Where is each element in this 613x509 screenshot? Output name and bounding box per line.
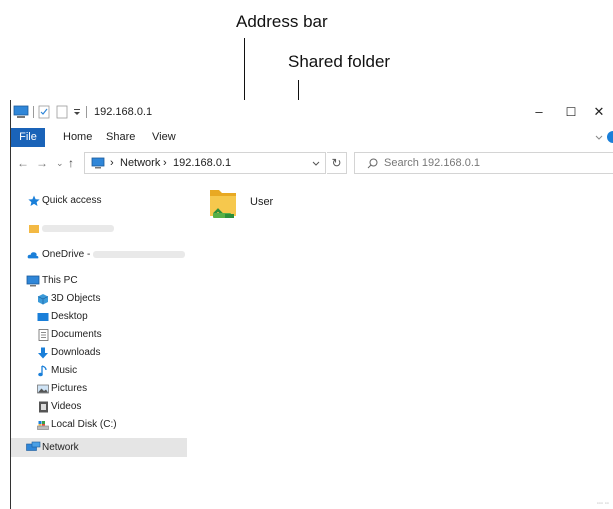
star-icon	[28, 195, 40, 206]
up-arrow-icon[interactable]: ↑	[68, 154, 74, 172]
network-icon	[26, 441, 41, 451]
blurred-label	[42, 225, 114, 232]
quick-toolbar-divider	[33, 106, 34, 118]
title-bar: 192.168.0.1 – ☐ ✕	[11, 100, 613, 124]
new-folder-icon[interactable]	[56, 105, 68, 119]
address-separator: ›	[163, 157, 167, 169]
cloud-icon	[27, 252, 39, 259]
search-icon	[367, 158, 378, 169]
tab-home[interactable]: Home	[63, 128, 92, 147]
sidebar-item-quick-access[interactable]: Quick access	[11, 192, 187, 210]
sidebar-item-creative-cloud-files[interactable]	[11, 220, 187, 238]
document-icon	[38, 329, 49, 341]
expand-ribbon-icon[interactable]	[595, 134, 603, 142]
recent-locations-chevron-icon[interactable]: ⌄	[56, 154, 64, 172]
desktop-icon	[37, 313, 49, 321]
search-placeholder: Search 192.168.0.1	[384, 157, 481, 169]
folder-icon	[29, 225, 39, 233]
watermark: ▫▫▫ ▫▫	[596, 501, 609, 507]
breadcrumb-ip[interactable]: 192.168.0.1	[173, 157, 231, 169]
breadcrumb-network[interactable]: Network	[120, 157, 160, 169]
customize-toolbar-icon[interactable]	[73, 105, 81, 119]
picture-icon	[37, 384, 49, 394]
sidebar-item-videos[interactable]: Videos	[11, 398, 187, 416]
shared-folder-annotation: Shared folder	[288, 52, 391, 71]
back-arrow-icon[interactable]: ←	[17, 154, 29, 172]
cube-icon	[37, 294, 49, 305]
refresh-button[interactable]: ↻	[327, 152, 347, 174]
content-pane: User	[197, 182, 613, 509]
network-pc-icon	[91, 157, 105, 169]
pc-icon	[26, 275, 40, 287]
pc-icon	[13, 105, 29, 118]
title-divider	[86, 106, 87, 118]
sidebar-item-this-pc[interactable]: This PC	[11, 272, 187, 290]
properties-icon[interactable]	[38, 105, 50, 119]
address-bar-annotation: Address bar	[236, 12, 328, 31]
address-separator: ›	[110, 157, 114, 169]
window-title: 192.168.0.1	[94, 106, 153, 118]
sidebar-item-local-disk[interactable]: Local Disk (C:)	[11, 416, 187, 434]
address-dropdown-icon[interactable]	[312, 161, 320, 167]
tab-view[interactable]: View	[152, 128, 176, 147]
blurred-label	[93, 251, 185, 258]
navigation-pane: Quick access OneDrive - This PC 3D Objec…	[11, 182, 187, 509]
help-icon[interactable]	[607, 131, 613, 143]
sidebar-item-label: 3D Objects	[51, 293, 101, 304]
maximize-button[interactable]: ☐	[556, 102, 586, 122]
sidebar-item-desktop[interactable]: Desktop	[11, 308, 187, 326]
tab-file[interactable]: File	[11, 128, 45, 147]
sidebar-item-label: Pictures	[51, 383, 88, 394]
sidebar-item-label: OneDrive -	[42, 249, 91, 260]
sidebar-item-label: Downloads	[51, 347, 101, 358]
music-note-icon	[38, 365, 47, 377]
sidebar-item-documents[interactable]: Documents	[11, 326, 187, 344]
ribbon-tabs: File Home Share View	[11, 128, 613, 147]
sidebar-item-label: Desktop	[51, 311, 88, 322]
download-arrow-icon	[38, 347, 48, 359]
sidebar-item-pictures[interactable]: Pictures	[11, 380, 187, 398]
sidebar-item-label: Documents	[51, 329, 102, 340]
file-explorer-window: 192.168.0.1 – ☐ ✕ File Home Share View ←…	[10, 100, 613, 509]
sidebar-item-onedrive[interactable]: OneDrive -	[11, 246, 187, 264]
shared-folder-label[interactable]: User	[250, 196, 273, 208]
address-bar[interactable]: › Network › 192.168.0.1	[84, 152, 326, 174]
sidebar-item-music[interactable]: Music	[11, 362, 187, 380]
sidebar-item-label: This PC	[42, 275, 78, 286]
sidebar-item-label: Quick access	[42, 195, 102, 206]
sidebar-item-network[interactable]: Network	[11, 438, 187, 457]
video-icon	[39, 401, 48, 413]
sidebar-item-3d-objects[interactable]: 3D Objects	[11, 290, 187, 308]
sidebar-item-label: Local Disk (C:)	[51, 419, 117, 430]
address-row: ← → ⌄ ↑ › Network › 192.168.0.1 ↻ Search…	[11, 152, 613, 174]
sidebar-item-label: Network	[42, 442, 79, 453]
shared-folder-icon	[210, 190, 236, 218]
sidebar-item-label: Videos	[51, 401, 82, 412]
sidebar-item-label: Music	[51, 365, 78, 376]
search-box[interactable]: Search 192.168.0.1	[354, 152, 613, 174]
tab-share[interactable]: Share	[106, 128, 135, 147]
close-button[interactable]: ✕	[584, 102, 613, 122]
forward-arrow-icon[interactable]: →	[36, 154, 48, 172]
sidebar-item-downloads[interactable]: Downloads	[11, 344, 187, 362]
minimize-button[interactable]: –	[524, 102, 554, 122]
drive-icon	[37, 421, 49, 430]
